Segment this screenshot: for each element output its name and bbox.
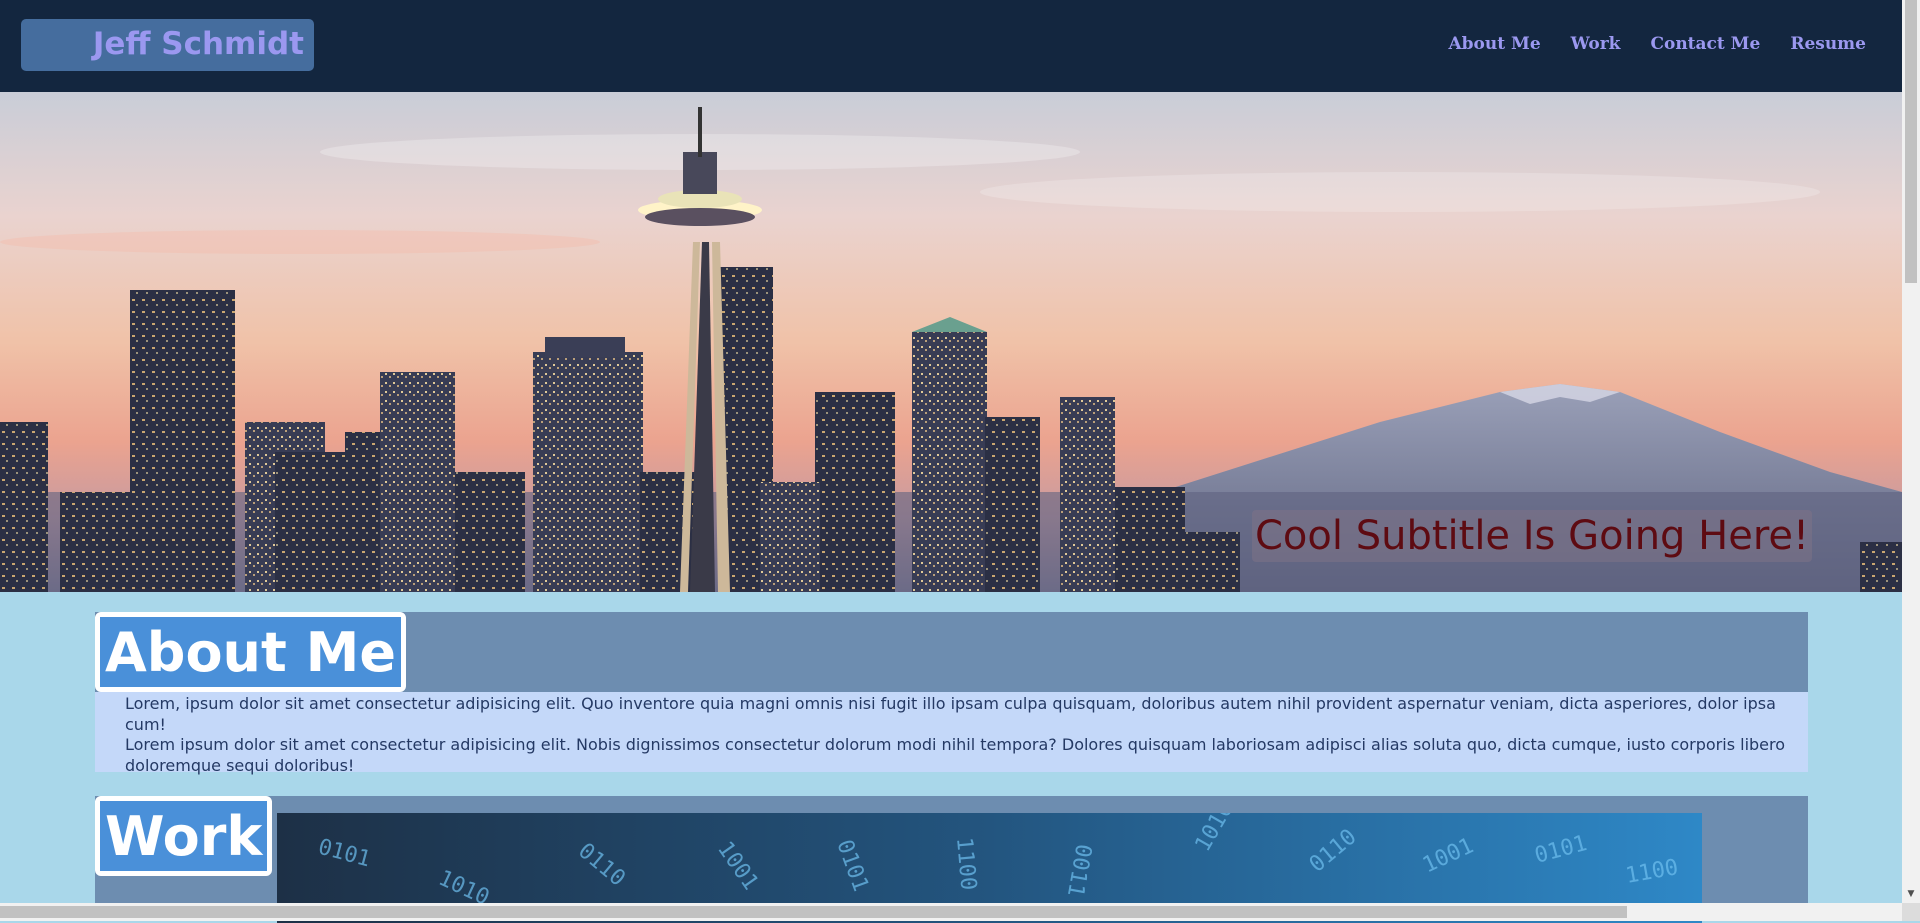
nav-link-work[interactable]: Work xyxy=(1571,34,1621,54)
work-title: Work xyxy=(100,801,268,871)
about-body: Lorem, ipsum dolor sit amet consectetur … xyxy=(95,692,1808,775)
about-paragraph: Lorem, ipsum dolor sit amet consectetur … xyxy=(125,694,1776,734)
scrollbar-corner xyxy=(1902,903,1920,921)
about-section: About Me Lorem, ipsum dolor sit amet con… xyxy=(95,612,1808,775)
about-header: About Me xyxy=(95,612,1808,692)
site-header: Jeff Schmidt About Me Work Contact Me Re… xyxy=(0,0,1902,92)
nav-link-resume[interactable]: Resume xyxy=(1790,34,1866,54)
work-section: Work 0101 1010 0110 1001 0101 1100 0011 … xyxy=(95,796,1808,923)
brand-logo[interactable]: Jeff Schmidt xyxy=(21,19,314,71)
scroll-down-arrow-icon[interactable]: ▼ xyxy=(1902,885,1920,903)
work-header: Work 0101 1010 0110 1001 0101 1100 0011 … xyxy=(95,796,1808,923)
nav-link-contact-me[interactable]: Contact Me xyxy=(1650,34,1760,54)
about-paragraph: Lorem ipsum dolor sit amet consectetur a… xyxy=(125,735,1786,775)
nav-link-about-me[interactable]: About Me xyxy=(1448,34,1540,54)
main-nav: About Me Work Contact Me Resume xyxy=(1448,34,1866,54)
vertical-scroll-thumb[interactable] xyxy=(1905,0,1917,283)
about-title-box: About Me xyxy=(95,612,406,692)
svg-text:1100: 1100 xyxy=(951,836,981,891)
about-title: About Me xyxy=(100,617,401,687)
vertical-scrollbar[interactable]: ▼ xyxy=(1902,0,1920,903)
hero-subtitle: Cool Subtitle Is Going Here! xyxy=(1252,510,1813,562)
work-title-box: Work xyxy=(95,796,273,876)
horizontal-scrollbar[interactable] xyxy=(0,903,1902,921)
hero-banner: Cool Subtitle Is Going Here! xyxy=(0,92,1902,592)
brand-name: Jeff Schmidt xyxy=(92,26,304,62)
horizontal-scroll-thumb[interactable] xyxy=(0,906,1627,918)
